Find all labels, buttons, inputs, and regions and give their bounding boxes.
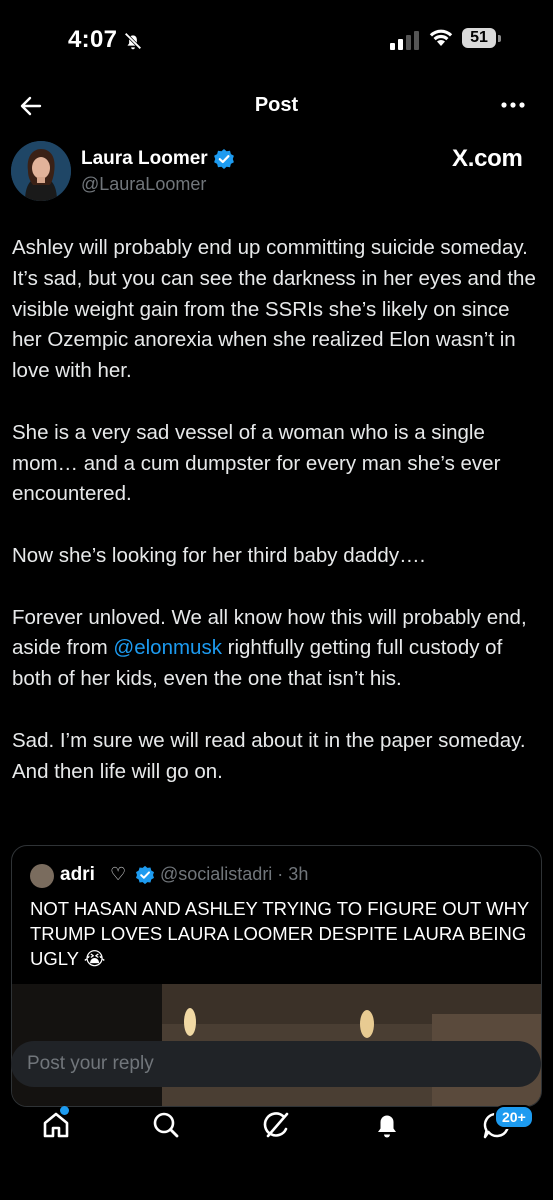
quote-handle-time: @socialistadri · 3h — [160, 864, 309, 884]
post-text: Ashley will probably end up committing s… — [12, 233, 542, 818]
page-title: Post — [254, 94, 299, 116]
post-paragraph: She is a very sad vessel of a woman who … — [12, 420, 501, 506]
more-icon[interactable] — [500, 100, 526, 110]
mention-link[interactable]: @elonmusk — [113, 636, 222, 659]
quote-text: NOT HASAN AND ASHLEY TRYING TO FIGURE OU… — [30, 898, 529, 969]
bell-off-icon — [124, 32, 142, 50]
status-time: 4:07 — [68, 26, 118, 53]
verified-icon — [214, 149, 234, 169]
bell-icon[interactable] — [370, 1108, 404, 1142]
post-paragraph: Now she’s looking for her third baby dad… — [12, 543, 426, 567]
search-icon[interactable] — [149, 1108, 183, 1142]
source-label: X.com — [452, 145, 523, 172]
battery-indicator: 51 — [462, 28, 502, 50]
messages-badge: 20+ — [494, 1105, 534, 1129]
reply-input[interactable]: Post your reply — [11, 1041, 541, 1087]
cellular-signal-icon — [390, 31, 419, 50]
verified-icon — [136, 865, 154, 885]
author-name[interactable]: Laura Loomer — [81, 148, 208, 170]
author-handle[interactable]: @LauraLoomer — [81, 174, 206, 195]
home-notification-dot — [60, 1106, 69, 1115]
author-avatar[interactable] — [11, 141, 71, 201]
reply-placeholder: Post your reply — [27, 1053, 154, 1074]
quote-author-name[interactable]: adri — [60, 864, 95, 886]
post-paragraph: Forever unloved. We all know how this wi… — [12, 603, 542, 695]
post-paragraph: Sad. I’m sure we will read about it in t… — [12, 728, 526, 783]
heart-emoji: ♡ — [110, 864, 127, 884]
quote-avatar[interactable] — [30, 864, 54, 888]
grok-icon[interactable] — [260, 1108, 294, 1142]
post-paragraph: Ashley will probably end up committing s… — [12, 236, 536, 383]
wifi-icon — [429, 29, 453, 46]
